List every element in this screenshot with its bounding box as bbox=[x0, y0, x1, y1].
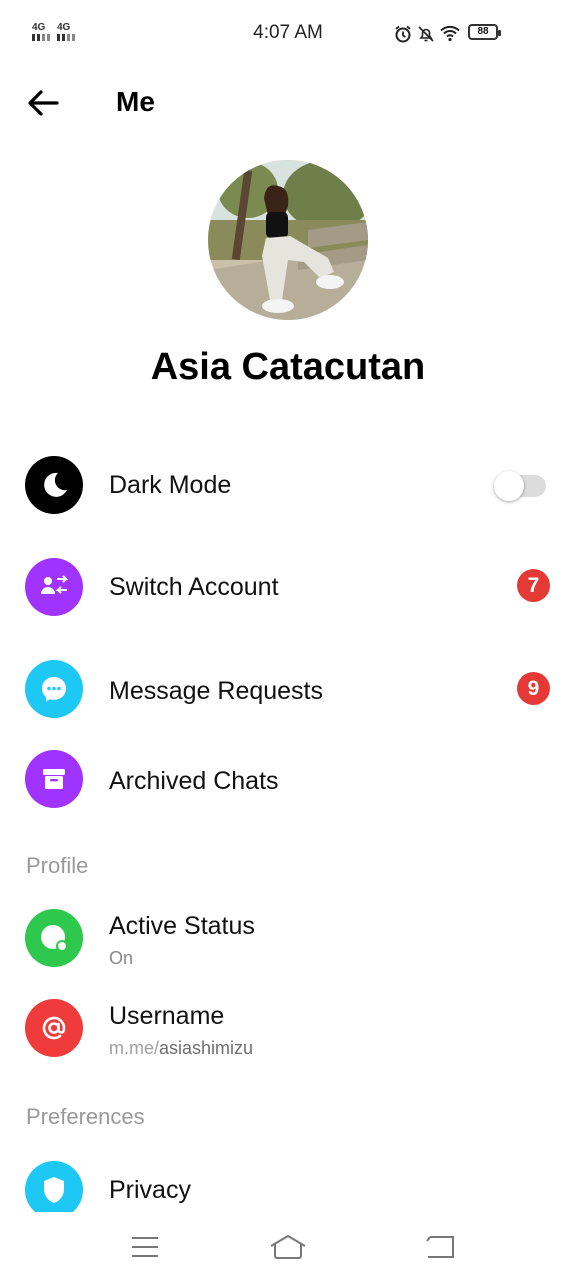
moon-icon bbox=[25, 456, 83, 514]
archived-chats-label: Archived Chats bbox=[109, 767, 279, 795]
arrow-left-icon bbox=[28, 90, 59, 116]
switch-account-row[interactable]: Switch Account 7 bbox=[0, 548, 576, 628]
system-nav-bar bbox=[0, 1212, 576, 1280]
dark-mode-row[interactable]: Dark Mode bbox=[0, 446, 576, 526]
privacy-row[interactable]: Privacy bbox=[0, 1152, 576, 1212]
back-button[interactable] bbox=[26, 86, 66, 120]
archived-chats-row[interactable]: Archived Chats bbox=[0, 740, 576, 820]
username-handle: asiashimizu bbox=[159, 1038, 254, 1058]
username-value: m.me/asiashimizu bbox=[109, 1038, 253, 1059]
username-label: Username bbox=[109, 1002, 225, 1030]
menu-icon[interactable] bbox=[125, 1230, 165, 1264]
message-requests-label: Message Requests bbox=[109, 677, 324, 705]
wifi-icon bbox=[440, 24, 460, 47]
switch-account-icon bbox=[25, 558, 83, 616]
dark-mode-label: Dark Mode bbox=[109, 471, 232, 499]
battery-icon: 88 bbox=[468, 24, 501, 40]
bell-off-icon bbox=[417, 25, 435, 48]
shield-icon bbox=[25, 1161, 83, 1212]
page-title: Me bbox=[116, 86, 155, 117]
home-icon[interactable] bbox=[268, 1230, 308, 1264]
profile-avatar[interactable] bbox=[208, 160, 368, 320]
message-requests-row[interactable]: Message Requests 9 bbox=[0, 650, 576, 730]
active-status-icon bbox=[25, 909, 83, 967]
section-header-profile: Profile bbox=[26, 853, 89, 878]
back-icon[interactable] bbox=[420, 1230, 460, 1264]
at-sign-icon bbox=[25, 999, 83, 1057]
message-requests-badge: 9 bbox=[517, 672, 550, 705]
toggle-knob bbox=[494, 471, 524, 501]
section-header-preferences: Preferences bbox=[26, 1104, 145, 1129]
switch-account-label: Switch Account bbox=[109, 573, 279, 601]
active-status-value: On bbox=[109, 948, 134, 968]
chat-bubble-icon bbox=[25, 660, 83, 718]
switch-account-badge: 7 bbox=[517, 569, 550, 602]
username-row[interactable]: Username m.me/asiashimizu bbox=[0, 988, 576, 1068]
profile-name: Asia Catacutan bbox=[150, 346, 426, 388]
username-prefix: m.me/ bbox=[109, 1038, 160, 1058]
dark-mode-toggle[interactable] bbox=[494, 471, 546, 501]
active-status-row[interactable]: Active Status On bbox=[0, 898, 576, 978]
privacy-label: Privacy bbox=[109, 1176, 191, 1204]
alarm-icon bbox=[394, 25, 412, 48]
status-bar: 4G 4G 4:07 AM 88 bbox=[0, 0, 576, 66]
archive-box-icon bbox=[25, 750, 83, 808]
active-status-label: Active Status bbox=[109, 912, 255, 940]
battery-level: 88 bbox=[477, 26, 489, 37]
